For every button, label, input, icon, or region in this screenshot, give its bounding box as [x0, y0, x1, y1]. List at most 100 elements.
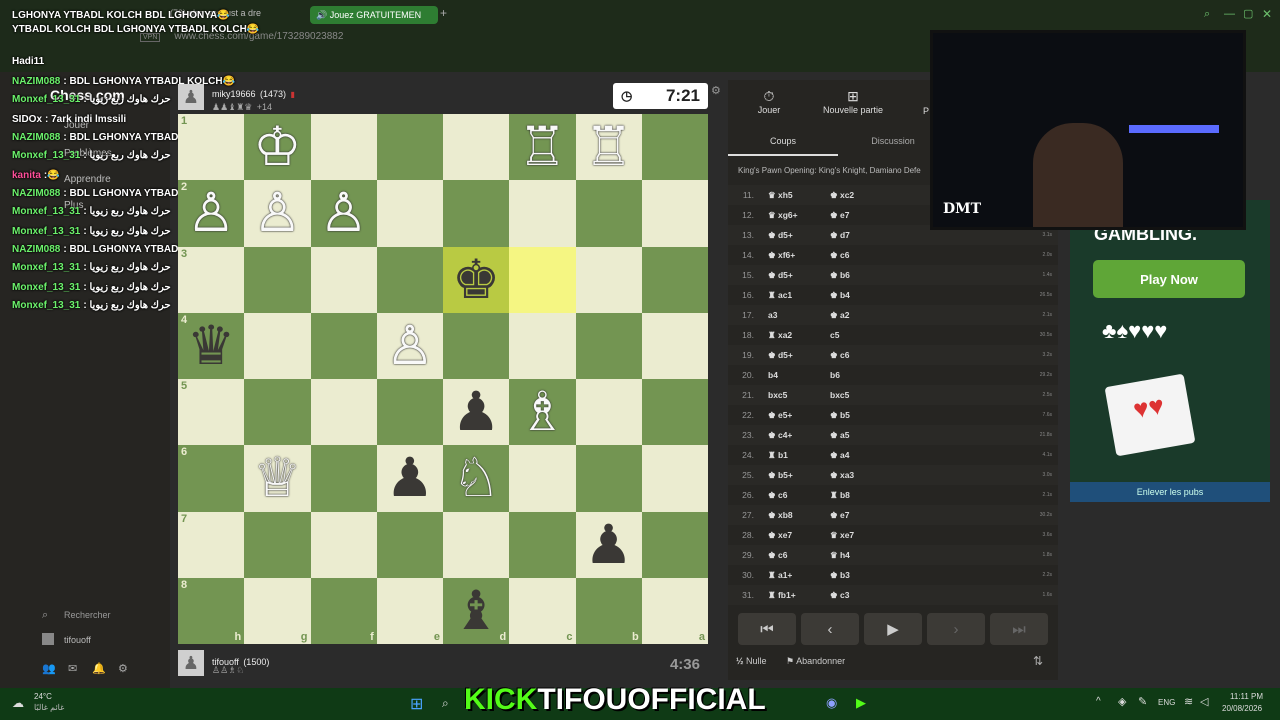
board-square[interactable]: b [575, 577, 642, 644]
flip-board-icon[interactable]: ⇅ [1033, 654, 1043, 668]
windows-start-icon[interactable]: ⊞ [410, 694, 423, 714]
chat-username[interactable]: Monxef_13_31 [12, 206, 80, 217]
white-move[interactable]: ♜ xa2 [760, 330, 822, 341]
board-square[interactable] [509, 445, 576, 512]
white-move[interactable]: ♚ c6 [760, 550, 822, 561]
board-square[interactable]: ♗ [509, 379, 576, 446]
board-square[interactable]: ♚ [443, 246, 510, 313]
chat-username[interactable]: Hadi11 [12, 56, 44, 67]
volume-icon[interactable]: ◁ [1200, 695, 1208, 708]
board-square[interactable] [575, 379, 642, 446]
gear-icon[interactable]: ⚙ [118, 662, 128, 675]
chat-username[interactable]: Monxef_13_31 [12, 226, 80, 237]
chat-username[interactable]: NAZIM088 [12, 76, 60, 87]
board-square[interactable] [443, 511, 510, 578]
black-move[interactable]: ♜ b8 [822, 490, 884, 501]
chess-piece[interactable]: ♛ [187, 319, 235, 373]
last-move-button[interactable]: ⏭ [990, 613, 1048, 645]
first-move-button[interactable]: ⏮ [738, 613, 796, 645]
board-square[interactable] [641, 312, 708, 379]
board-square[interactable]: ♟ [443, 379, 510, 446]
board-square[interactable] [244, 312, 311, 379]
chat-username[interactable]: Monxef_13_31 [12, 282, 80, 293]
black-move[interactable]: ♚ b6 [822, 270, 884, 281]
weather-icon[interactable]: ☁ [12, 696, 24, 710]
wifi-icon[interactable]: ≋ [1184, 695, 1193, 708]
close-icon[interactable]: ✕ [1262, 7, 1272, 21]
chess-piece[interactable]: ♙ [386, 319, 434, 373]
new-tab-icon[interactable]: + [440, 6, 447, 20]
nav-learn[interactable]: Apprendre [64, 174, 111, 185]
weather-temp[interactable]: 24°C [34, 692, 52, 701]
board-square[interactable] [509, 511, 576, 578]
ad-play-now-button[interactable]: Play Now [1093, 260, 1245, 298]
board-square[interactable]: ♙ [376, 312, 443, 379]
board-square[interactable]: ♙ [244, 180, 311, 247]
user-name[interactable]: tifouoff [64, 635, 91, 645]
black-move[interactable]: ♚ a5 [822, 430, 884, 441]
board-square[interactable] [376, 246, 443, 313]
black-move[interactable]: ♛ h4 [822, 550, 884, 561]
chess-piece[interactable]: ♘ [452, 451, 500, 505]
search-icon[interactable]: ⌕ [42, 609, 48, 622]
board-square[interactable] [641, 379, 708, 446]
white-move[interactable]: ♛ xg6+ [760, 210, 822, 221]
discord-icon[interactable]: ◉ [826, 695, 837, 711]
white-move[interactable]: ♜ fb1+ [760, 590, 822, 601]
ad-banner[interactable]: GAMBLING. ♣♠♥♥♥ ♥♥ [1070, 200, 1270, 502]
board-square[interactable]: 3 [178, 246, 245, 313]
bell-icon[interactable]: 🔔 [92, 662, 106, 675]
board-square[interactable] [376, 114, 443, 181]
draw-button[interactable]: ½ Nulle [736, 656, 767, 666]
board-square[interactable] [575, 180, 642, 247]
clock-time[interactable]: 11:11 PM [1230, 692, 1263, 701]
board-square[interactable]: c [509, 577, 576, 644]
board-square[interactable] [376, 511, 443, 578]
chess-piece[interactable]: ♟ [452, 385, 500, 439]
board-square[interactable]: ♟ [376, 445, 443, 512]
black-move[interactable]: ♛ xe7 [822, 530, 884, 541]
bottom-player-avatar[interactable]: ♟ [178, 650, 204, 676]
board-square[interactable]: g [244, 577, 311, 644]
board-square[interactable] [310, 114, 377, 181]
chat-username[interactable]: NAZIM088 [12, 132, 60, 143]
black-move[interactable]: ♚ c6 [822, 250, 884, 261]
browser-tab-active[interactable]: 🔊 Jouez GRATUITEMEN [310, 6, 438, 24]
remove-ads-link[interactable]: Enlever les pubs [1070, 482, 1270, 502]
board-square[interactable] [244, 511, 311, 578]
white-move[interactable]: ♚ d5+ [760, 230, 822, 241]
board-square[interactable] [244, 379, 311, 446]
board-square[interactable] [310, 312, 377, 379]
board-square[interactable]: ♘ [443, 445, 510, 512]
board-square[interactable] [244, 246, 311, 313]
play-action[interactable]: ⏱ Jouer [744, 88, 794, 115]
prev-move-button[interactable]: ‹ [801, 613, 859, 645]
board-square[interactable]: 6 [178, 445, 245, 512]
white-move[interactable]: b4 [760, 370, 822, 380]
white-move[interactable]: ♚ b5+ [760, 470, 822, 481]
taskbar-search-icon[interactable]: ⌕ [442, 696, 449, 711]
board-square[interactable]: 2 ♙ [178, 180, 245, 247]
chess-piece[interactable]: ♔ [253, 120, 301, 174]
board-square[interactable] [310, 246, 377, 313]
board-square[interactable] [310, 445, 377, 512]
board-square[interactable]: ♔ [244, 114, 311, 181]
board-square[interactable] [575, 445, 642, 512]
board-square[interactable] [376, 180, 443, 247]
board-square[interactable]: ♕ [244, 445, 311, 512]
new-game-action[interactable]: ⊞ Nouvelle partie [818, 88, 888, 115]
board-square[interactable] [509, 312, 576, 379]
black-move[interactable]: ♚ b4 [822, 290, 884, 301]
board-square[interactable] [641, 114, 708, 181]
next-move-button[interactable]: › [927, 613, 985, 645]
board-square[interactable]: f [310, 577, 377, 644]
chess-piece[interactable]: ♖ [518, 120, 566, 174]
minimize-icon[interactable]: — [1224, 8, 1235, 20]
white-move[interactable]: ♜ a1+ [760, 570, 822, 581]
top-player-avatar[interactable]: ♟ [178, 84, 204, 110]
tab-moves[interactable]: Coups [728, 132, 838, 156]
chat-username[interactable]: kanita [12, 170, 41, 181]
pen-icon[interactable]: ✎ [1138, 695, 1147, 708]
chat-username[interactable]: NAZIM088 [12, 244, 60, 255]
board-square[interactable]: ♖ [509, 114, 576, 181]
